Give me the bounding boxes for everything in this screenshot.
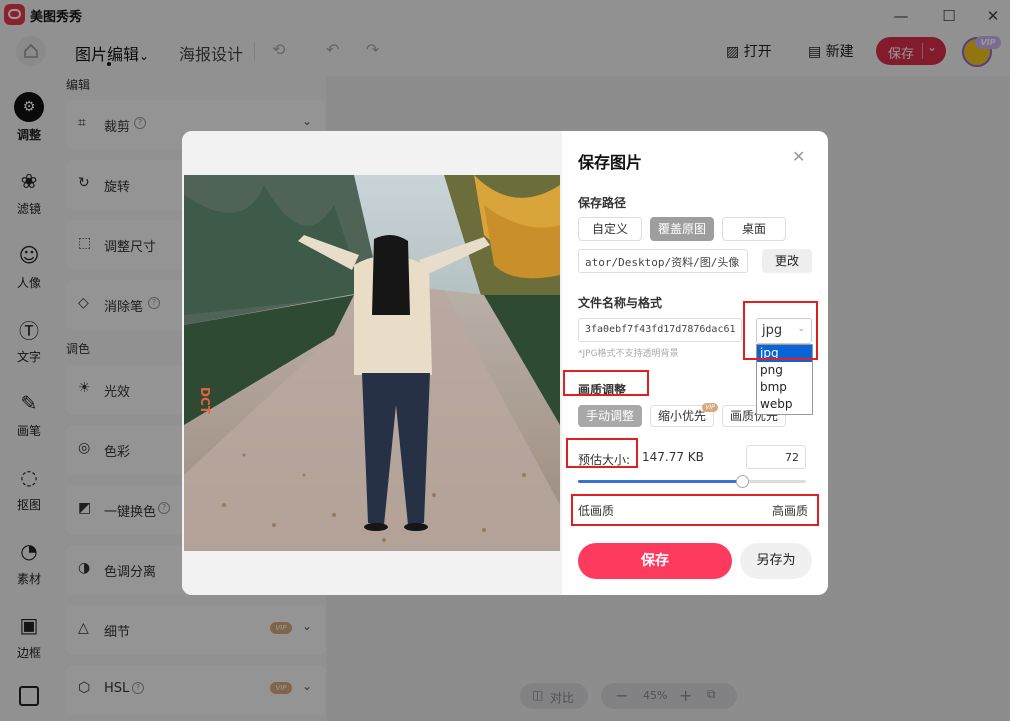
path-option-overwrite[interactable]: 覆盖原图 — [650, 217, 714, 241]
annotation-box-estimate — [566, 438, 638, 468]
path-option-desktop[interactable]: 桌面 — [722, 217, 786, 241]
close-icon[interactable]: ✕ — [792, 147, 805, 166]
format-option-bmp[interactable]: bmp — [757, 379, 812, 396]
photo-preview: DCT — [184, 175, 560, 551]
dialog-title: 保存图片 — [578, 153, 643, 172]
format-option-webp[interactable]: webp — [757, 396, 812, 413]
save-button[interactable]: 保存 — [578, 543, 732, 579]
filename-input[interactable]: 3fa0ebf7f43fd17d7876dac61 — [578, 318, 742, 342]
quality-value-input[interactable]: 72 — [746, 445, 806, 469]
format-option-png[interactable]: png — [757, 362, 812, 379]
name-format-label: 文件名称与格式 — [578, 296, 663, 310]
jpg-hint: *JPG格式不支持透明背景 — [578, 349, 679, 359]
photo-preview-image — [184, 175, 560, 551]
save-path-label: 保存路径 — [578, 196, 627, 210]
annotation-box-format — [743, 301, 818, 360]
quality-slider-fill — [578, 480, 743, 483]
quality-slider-thumb[interactable] — [736, 475, 750, 488]
path-option-custom[interactable]: 自定义 — [578, 217, 642, 241]
photo-date-stamp: DCT — [198, 387, 212, 414]
quality-option-manual[interactable]: 手动调整 — [578, 405, 642, 427]
save-as-button[interactable]: 另存为 — [740, 543, 812, 579]
estimate-size-value: 147.77 KB — [642, 450, 704, 464]
annotation-box-range — [571, 494, 819, 526]
save-path-input[interactable]: ator/Desktop/资料/图/头像 — [578, 249, 748, 273]
change-path-button[interactable]: 更改 — [762, 249, 812, 273]
vip-badge: VIP — [702, 403, 718, 412]
annotation-box-quality — [563, 370, 649, 396]
